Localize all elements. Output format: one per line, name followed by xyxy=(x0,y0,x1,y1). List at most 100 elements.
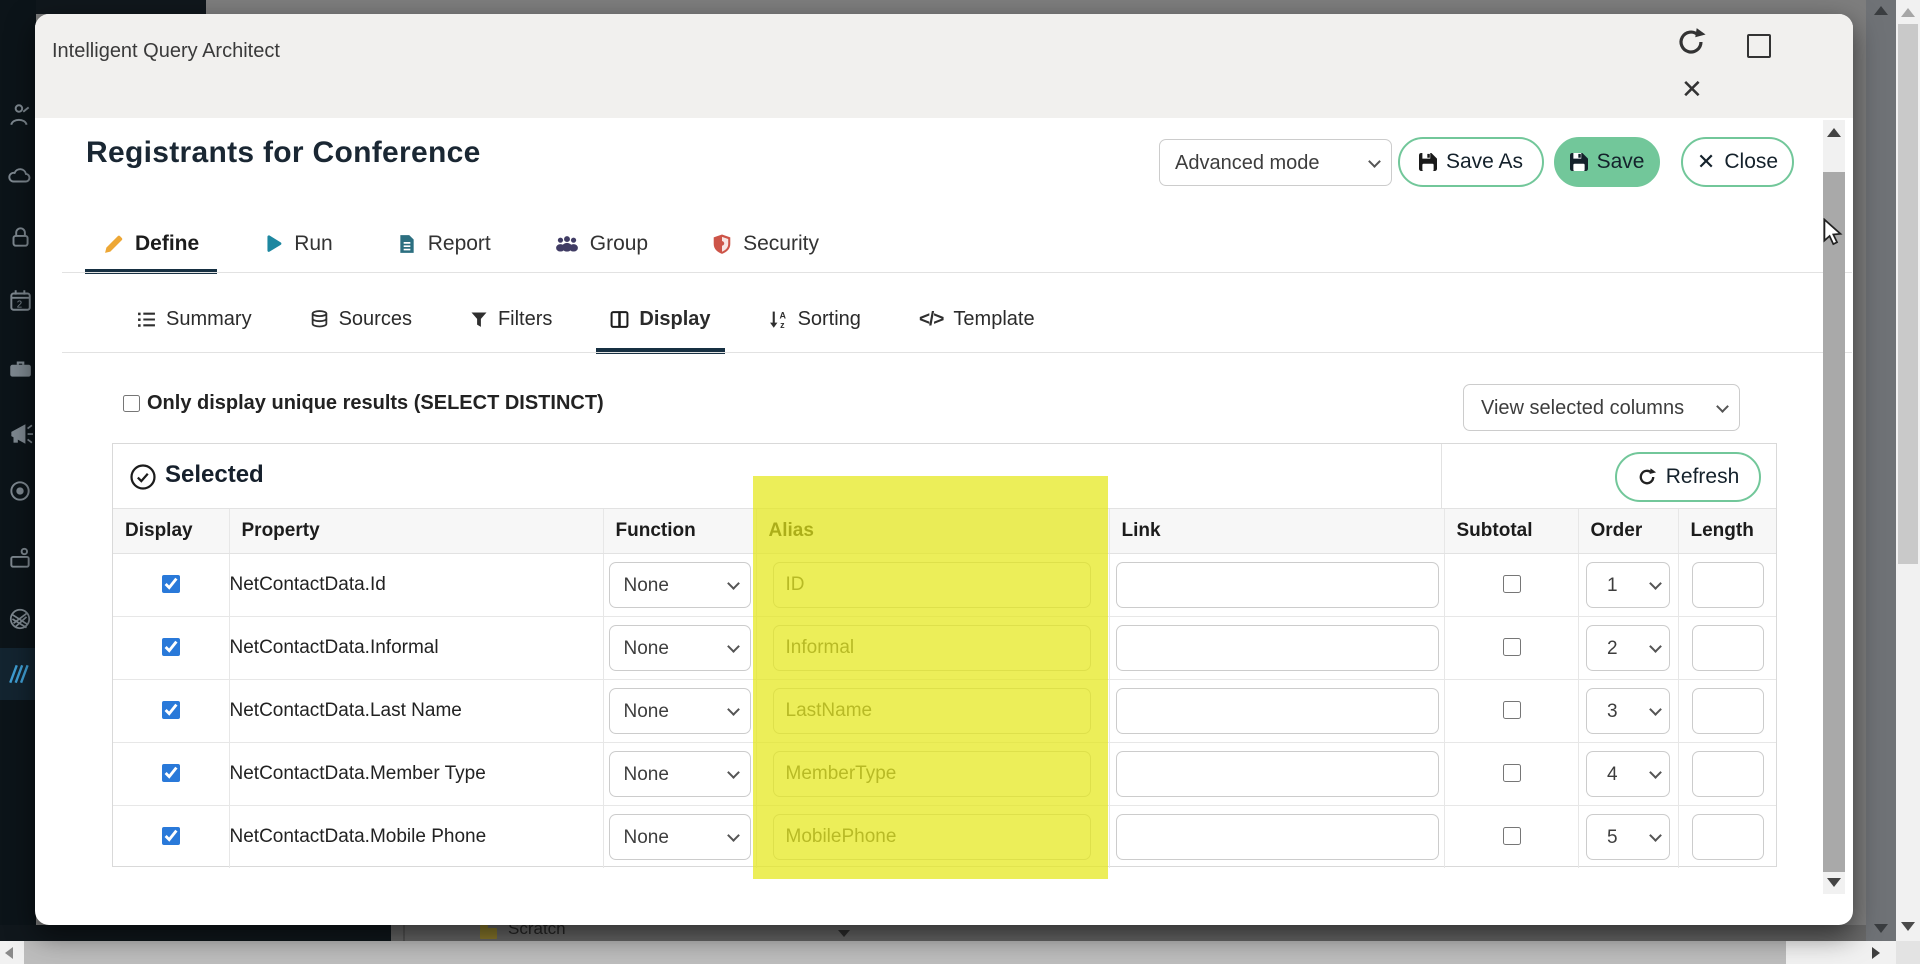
length-input[interactable] xyxy=(1692,562,1764,608)
display-checkbox[interactable] xyxy=(162,575,180,593)
display-checkbox[interactable] xyxy=(162,764,180,782)
background-dark-strip xyxy=(0,925,391,941)
box-person-icon[interactable] xyxy=(7,545,33,571)
subtotal-checkbox[interactable] xyxy=(1503,827,1521,845)
subtotal-checkbox[interactable] xyxy=(1503,764,1521,782)
lock-icon[interactable] xyxy=(7,224,33,250)
scroll-down-arrow[interactable] xyxy=(1874,924,1888,933)
link-input[interactable] xyxy=(1116,625,1439,671)
briefcase-icon[interactable] xyxy=(7,355,33,381)
link-input[interactable] xyxy=(1116,814,1439,860)
subtabs-divider xyxy=(62,352,1852,353)
scroll-up-arrow[interactable] xyxy=(1874,6,1888,15)
vertical-scroll-thumb[interactable] xyxy=(1898,24,1918,564)
subtab-display[interactable]: Display xyxy=(596,286,724,353)
report-icon xyxy=(397,234,417,254)
horizontal-scrollbar[interactable] xyxy=(0,941,1896,964)
col-link: Link xyxy=(1109,509,1444,554)
order-select[interactable]: 2 xyxy=(1586,625,1670,671)
calendar-icon[interactable]: 2 xyxy=(7,287,33,313)
subtab-sorting[interactable]: Az Sorting xyxy=(755,286,875,353)
dialog-title: Intelligent Query Architect xyxy=(52,40,280,63)
col-subtotal: Subtotal xyxy=(1444,509,1578,554)
circle-check-icon xyxy=(129,463,157,491)
link-input[interactable] xyxy=(1116,688,1439,734)
function-select[interactable]: None xyxy=(609,751,751,797)
subtotal-checkbox[interactable] xyxy=(1503,638,1521,656)
megaphone-icon[interactable] xyxy=(7,421,33,447)
length-input[interactable] xyxy=(1692,625,1764,671)
alias-input[interactable] xyxy=(773,688,1091,734)
page-scrollbar-dimmed[interactable] xyxy=(1866,0,1896,941)
page-title: Registrants for Conference xyxy=(86,136,481,170)
col-display: Display xyxy=(113,509,229,554)
distinct-checkbox[interactable] xyxy=(123,395,140,412)
selected-panel: Selected Refresh Display Property Functi… xyxy=(112,443,1777,867)
refresh-button[interactable]: Refresh xyxy=(1615,452,1761,502)
alias-input[interactable] xyxy=(773,814,1091,860)
save-as-label: Save As xyxy=(1446,150,1523,174)
tab-security[interactable]: Security xyxy=(694,215,837,273)
length-input[interactable] xyxy=(1692,814,1764,860)
close-button[interactable]: ✕ Close xyxy=(1681,137,1794,187)
save-as-button[interactable]: Save As xyxy=(1398,137,1544,187)
maximize-icon[interactable] xyxy=(1747,34,1771,58)
close-label: Close xyxy=(1724,150,1778,174)
svg-text:2: 2 xyxy=(17,300,22,311)
length-input[interactable] xyxy=(1692,751,1764,797)
scroll-down-arrow[interactable] xyxy=(1827,878,1841,887)
close-x-icon: ✕ xyxy=(1697,151,1715,173)
function-select[interactable]: None xyxy=(609,625,751,671)
person-icon[interactable] xyxy=(7,102,33,128)
mode-select[interactable]: Advanced mode xyxy=(1159,139,1392,186)
tab-define[interactable]: Define xyxy=(85,215,217,273)
scroll-down-arrow[interactable] xyxy=(1901,922,1915,931)
view-columns-select[interactable]: View selected columns xyxy=(1463,384,1740,431)
floppy-icon xyxy=(1419,153,1437,171)
subtab-template[interactable]: </> Template xyxy=(905,286,1049,353)
length-input[interactable] xyxy=(1692,688,1764,734)
subtab-summary[interactable]: Summary xyxy=(123,286,266,353)
refresh-icon[interactable] xyxy=(1675,26,1707,58)
display-checkbox[interactable] xyxy=(162,638,180,656)
tab-label: Security xyxy=(743,232,819,256)
globe-icon[interactable] xyxy=(7,606,33,632)
browser-scrollbar[interactable] xyxy=(1896,0,1920,941)
play-icon xyxy=(263,234,283,254)
close-icon[interactable]: ✕ xyxy=(1681,76,1703,102)
dialog-scrollbar[interactable] xyxy=(1823,120,1845,894)
alias-input[interactable] xyxy=(773,625,1091,671)
tab-run[interactable]: Run xyxy=(245,215,351,273)
scroll-up-arrow[interactable] xyxy=(1901,8,1915,17)
function-select[interactable]: None xyxy=(609,814,751,860)
display-checkbox[interactable] xyxy=(162,827,180,845)
order-select[interactable]: 4 xyxy=(1586,751,1670,797)
tabs-divider xyxy=(62,272,1852,273)
subtab-label: Sorting xyxy=(798,308,861,331)
alias-input[interactable] xyxy=(773,562,1091,608)
subtotal-checkbox[interactable] xyxy=(1503,575,1521,593)
subtab-filters[interactable]: Filters xyxy=(456,286,566,353)
order-select[interactable]: 3 xyxy=(1586,688,1670,734)
horizontal-scroll-thumb[interactable] xyxy=(24,941,1786,964)
cloud-icon[interactable] xyxy=(7,162,33,188)
tab-report[interactable]: Report xyxy=(379,215,509,273)
scroll-left-arrow[interactable] xyxy=(5,947,13,959)
dialog-scroll-thumb[interactable] xyxy=(1823,172,1845,872)
scroll-right-arrow[interactable] xyxy=(1872,947,1880,959)
alias-input[interactable] xyxy=(773,751,1091,797)
tab-group[interactable]: Group xyxy=(537,215,666,273)
code-slashes-icon[interactable] xyxy=(7,661,33,687)
scroll-up-arrow[interactable] xyxy=(1827,128,1841,137)
function-select[interactable]: None xyxy=(609,688,751,734)
save-button[interactable]: Save xyxy=(1554,137,1660,187)
function-select[interactable]: None xyxy=(609,562,751,608)
link-input[interactable] xyxy=(1116,562,1439,608)
subtotal-checkbox[interactable] xyxy=(1503,701,1521,719)
order-select[interactable]: 5 xyxy=(1586,814,1670,860)
link-input[interactable] xyxy=(1116,751,1439,797)
subtab-sources[interactable]: Sources xyxy=(296,286,426,353)
target-icon[interactable] xyxy=(7,478,33,504)
order-select[interactable]: 1 xyxy=(1586,562,1670,608)
display-checkbox[interactable] xyxy=(162,701,180,719)
